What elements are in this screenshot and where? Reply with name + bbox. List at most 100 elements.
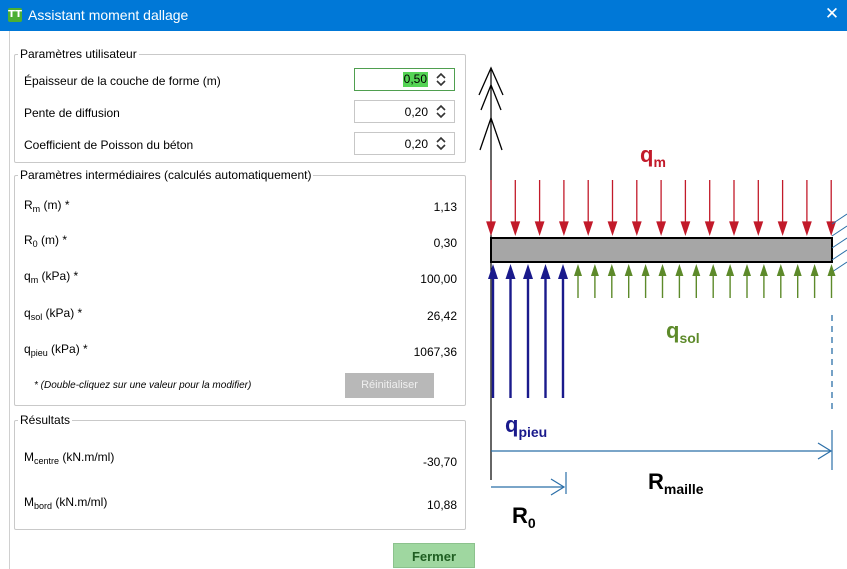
slope-stepper[interactable]: 0,20	[354, 100, 455, 123]
symbol: M	[24, 495, 34, 509]
unit: (kN.m/ml)	[52, 495, 108, 509]
title-bar: TT Assistant moment dallage ✕	[0, 0, 847, 31]
qm-arrow	[801, 180, 812, 237]
unit: (kPa) *	[47, 342, 88, 356]
qm-arrow	[534, 180, 545, 237]
reset-button[interactable]: Réinitialiser	[345, 373, 434, 398]
mcentre-label: Mcentre (kN.m/ml)	[24, 450, 114, 466]
qpieu-diagram-label: qpieu	[505, 412, 547, 440]
qpieu-arrow	[540, 264, 551, 398]
slab-rect	[490, 237, 833, 263]
qsol-arrow	[759, 264, 768, 298]
qm-arrow	[777, 180, 788, 237]
support-hatch	[831, 213, 847, 273]
qm-arrow	[680, 180, 691, 237]
qsol-label: qsol (kPa) *	[24, 306, 82, 322]
window-border	[9, 31, 10, 569]
intermediate-params-group: Paramètres intermédiaires (calculés auto…	[14, 168, 466, 406]
qm-label: qm (kPa) *	[24, 269, 78, 285]
qsol-arrow	[641, 264, 650, 298]
qpieu-arrow	[505, 264, 516, 398]
rm-label: Rm (m) *	[24, 198, 70, 214]
unit: (kPa) *	[42, 306, 83, 320]
intermediate-legend: Paramètres intermédiaires (calculés auto…	[20, 168, 312, 182]
qpieu-arrow	[523, 264, 533, 398]
symbol: R	[24, 198, 33, 212]
qsol-arrow	[709, 264, 718, 298]
close-icon[interactable]: ✕	[817, 0, 847, 31]
symbol: R	[24, 233, 33, 247]
spinner-arrows-icon[interactable]	[434, 135, 448, 152]
unit: (m) *	[40, 198, 70, 212]
slope-label: Pente de diffusion	[24, 106, 120, 120]
results-legend: Résultats	[20, 413, 71, 427]
edit-hint: * (Double-cliquez sur une valeur pour la…	[34, 380, 252, 391]
qm-arrow	[631, 180, 642, 237]
qpieu-arrow	[558, 264, 568, 398]
rm-value[interactable]: 1,13	[434, 200, 457, 214]
qm-arrow	[656, 180, 667, 237]
qm-arrow	[607, 180, 618, 237]
qpieu-value[interactable]: 1067,36	[414, 345, 457, 359]
qsol-value[interactable]: 26,42	[427, 309, 457, 323]
qsol-arrow	[726, 264, 735, 298]
qsol-arrow	[658, 264, 667, 298]
qm-arrow	[558, 180, 569, 237]
mbord-label: Mbord (kN.m/ml)	[24, 495, 107, 511]
qsol-arrow	[590, 264, 599, 298]
spinner-arrows-icon[interactable]	[434, 71, 448, 88]
mcentre-value: -30,70	[422, 455, 457, 469]
symbol: M	[24, 450, 34, 464]
unit: (m) *	[37, 233, 68, 247]
slab-diagram: qm qsol qpieu Rmaille R0	[478, 66, 847, 531]
qm-arrow	[729, 180, 739, 237]
qm-arrows	[486, 180, 837, 237]
qm-arrow	[583, 180, 594, 237]
results-group: Résultats	[14, 413, 466, 530]
subscript: pieu	[30, 348, 48, 358]
mbord-value: 10,88	[426, 498, 457, 512]
poisson-value[interactable]: 0,20	[405, 137, 428, 151]
qsol-arrow	[607, 264, 616, 298]
qsol-arrows	[574, 264, 836, 298]
poisson-stepper[interactable]: 0,20	[354, 132, 455, 155]
qm-arrow	[486, 180, 496, 237]
user-params-legend: Paramètres utilisateur	[20, 47, 137, 61]
close-button[interactable]: Fermer	[393, 543, 475, 568]
symbol: q	[24, 306, 31, 320]
poisson-label: Coefficient de Poisson du béton	[24, 138, 194, 152]
thickness-value[interactable]: 0,50	[402, 72, 428, 87]
qm-diagram-label: qm	[640, 142, 666, 170]
subscript: sol	[30, 312, 43, 322]
qsol-arrow	[827, 264, 836, 298]
qsol-arrow	[793, 264, 802, 298]
thickness-stepper[interactable]: 0,50	[354, 68, 455, 91]
qpieu-label: qpieu (kPa) *	[24, 342, 88, 358]
qm-arrow	[510, 180, 521, 237]
qsol-arrow	[743, 264, 751, 298]
qsol-arrow	[776, 264, 785, 298]
qm-arrow	[826, 180, 837, 237]
qpieu-arrow	[488, 264, 498, 398]
symbol: q	[24, 342, 31, 356]
qsol-arrow	[574, 264, 582, 298]
window-title: Assistant moment dallage	[28, 7, 189, 23]
subscript: centre	[34, 456, 60, 466]
unit: (kPa) *	[38, 269, 79, 283]
spinner-arrows-icon[interactable]	[434, 103, 448, 120]
qm-value[interactable]: 100,00	[420, 272, 457, 286]
dim-r0	[491, 472, 567, 496]
thickness-label: Épaisseur de la couche de forme (m)	[24, 74, 221, 88]
slope-value[interactable]: 0,20	[405, 105, 428, 119]
r0-label: R0 (m) *	[24, 233, 67, 249]
qsol-diagram-label: qsol	[666, 318, 700, 346]
r0-value[interactable]: 0,30	[434, 236, 457, 250]
rmaille-diagram-label: Rmaille	[648, 469, 704, 497]
qm-arrow	[753, 180, 764, 237]
unit: (kN.m/ml)	[59, 450, 115, 464]
symbol: q	[24, 269, 31, 283]
qsol-arrow	[810, 264, 819, 298]
qsol-arrow	[692, 264, 701, 298]
subscript: bord	[34, 501, 53, 511]
r0-diagram-label: R0	[512, 503, 536, 531]
